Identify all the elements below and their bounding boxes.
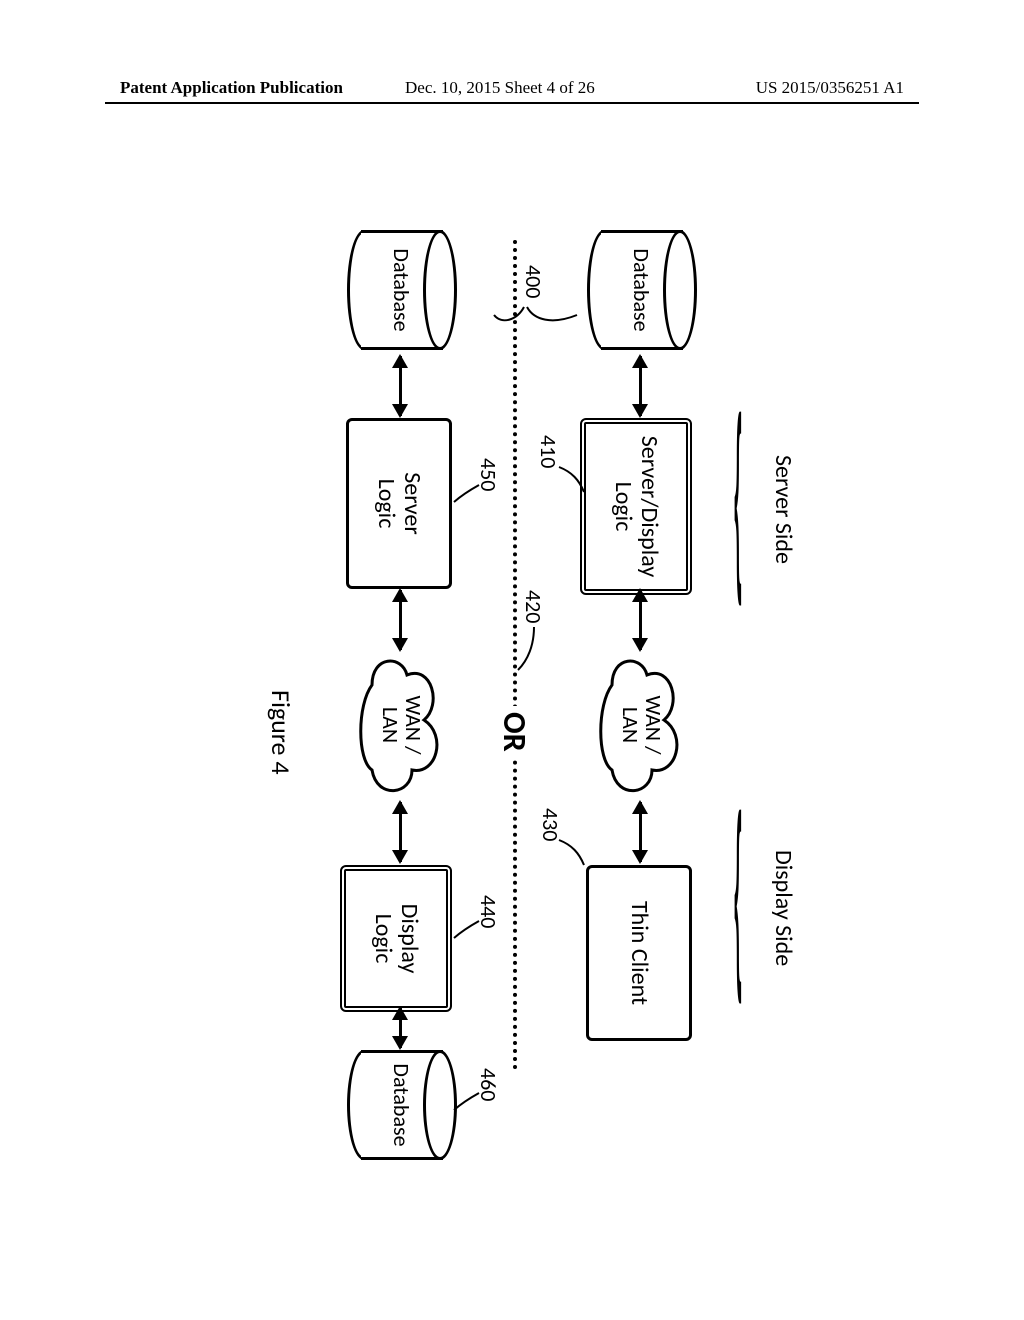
arrow-top-cloud-client xyxy=(639,802,642,862)
figure-4-diagram: Server Side ⏟ Display Side ⏟ Database Se… xyxy=(232,230,792,1110)
display-side-label: Display Side xyxy=(769,850,798,966)
database-bottom-right: Database xyxy=(347,1050,457,1160)
database-bottom-left-label: Database xyxy=(389,248,416,331)
server-side-brace: ⏟ xyxy=(738,408,766,610)
database-top-left-label: Database xyxy=(629,248,656,331)
database-top-left: Database xyxy=(587,230,697,350)
thin-client-box: Thin Client xyxy=(586,865,692,1041)
header-right: US 2015/0356251 A1 xyxy=(756,78,904,98)
leader-430 xyxy=(557,835,587,875)
cloud-top: WAN / LAN xyxy=(592,650,692,800)
header-rule xyxy=(105,102,919,104)
thin-client-label: Thin Client xyxy=(626,901,652,1005)
page-header: Patent Application Publication Dec. 10, … xyxy=(0,78,1024,104)
server-display-logic-label: Server/Display Logic xyxy=(610,436,663,577)
cloud-top-label: WAN / LAN xyxy=(619,696,665,755)
database-bottom-right-label: Database xyxy=(389,1063,416,1146)
header-left: Patent Application Publication xyxy=(120,78,343,98)
server-logic-label: Server Logic xyxy=(373,472,426,534)
display-side-brace: ⏟ xyxy=(738,806,766,1008)
leader-450 xyxy=(452,480,482,510)
arrow-top-logic-cloud xyxy=(639,590,642,650)
header-center: Dec. 10, 2015 Sheet 4 of 26 xyxy=(405,78,595,98)
display-logic-label: Display Logic xyxy=(370,904,423,974)
database-bottom-left: Database xyxy=(347,230,457,350)
or-label: OR xyxy=(495,706,534,758)
cloud-bottom: WAN / LAN xyxy=(352,650,452,800)
leader-410 xyxy=(557,462,587,502)
arrow-bottom-cloud-display xyxy=(399,802,402,862)
ref-420: 420 xyxy=(520,590,547,623)
cloud-bottom-label: WAN / LAN xyxy=(379,696,425,755)
leader-460 xyxy=(452,1088,482,1118)
leader-440 xyxy=(452,916,482,946)
arrow-bottom-server-cloud xyxy=(399,590,402,650)
figure-caption: Figure 4 xyxy=(265,690,297,775)
arrow-bottom-display-db xyxy=(399,1008,402,1048)
server-display-logic-box: Server/Display Logic xyxy=(580,418,692,595)
server-logic-box: Server Logic xyxy=(346,418,452,589)
leader-400 xyxy=(492,285,582,345)
leader-420 xyxy=(507,625,542,675)
arrow-bottom-db-server xyxy=(399,356,402,416)
arrow-top-db-logic xyxy=(639,356,642,416)
server-side-label: Server Side xyxy=(769,455,798,564)
display-logic-box: Display Logic xyxy=(340,865,452,1012)
